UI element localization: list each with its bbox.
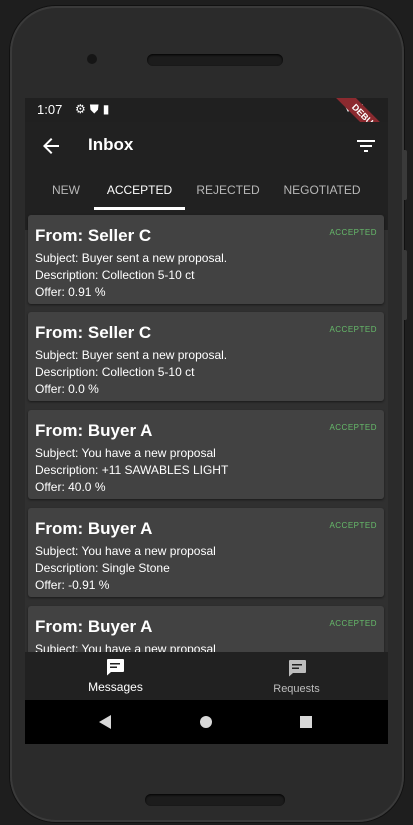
- message-card[interactable]: From: Buyer A ACCEPTED Subject: You have…: [28, 606, 384, 652]
- status-badge: ACCEPTED: [329, 325, 377, 334]
- settings-icon: ⚙: [75, 102, 90, 116]
- message-subject: Subject: You have a new proposal: [35, 544, 216, 558]
- arrow-back-icon[interactable]: [39, 134, 63, 158]
- home-circle-icon[interactable]: [200, 716, 212, 728]
- nav-requests-label: Requests: [273, 683, 320, 695]
- system-navigation-bar: [25, 700, 388, 744]
- status-badge: ACCEPTED: [329, 423, 377, 432]
- message-icon: [105, 658, 125, 676]
- message-card[interactable]: From: Seller C ACCEPTED Subject: Buyer s…: [28, 312, 384, 401]
- message-sender: From: Seller C: [35, 323, 152, 342]
- tab-negotiated[interactable]: NEGOTIATED: [271, 176, 373, 210]
- status-badge: ACCEPTED: [329, 619, 377, 628]
- message-list[interactable]: From: Seller C ACCEPTED Subject: Buyer s…: [25, 212, 388, 652]
- message-description: Description: Collection 5-10 ct: [35, 365, 195, 379]
- message-card[interactable]: From: Seller C ACCEPTED Subject: Buyer s…: [28, 215, 384, 304]
- message-sender: From: Buyer A: [35, 519, 153, 538]
- shield-icon: ⛊: [89, 102, 103, 116]
- tab-bar: NEW ACCEPTED REJECTED NEGOTIATED: [25, 176, 388, 210]
- message-offer: Offer: 0.91 %: [35, 285, 106, 299]
- power-button: [402, 250, 407, 320]
- message-offer: Offer: 40.0 %: [35, 480, 106, 494]
- status-time: 1:07: [37, 102, 63, 117]
- status-badge: ACCEPTED: [329, 228, 377, 237]
- message-description: Description: +11 SAWABLES LIGHT: [35, 463, 229, 477]
- sim-card-icon: ▮: [102, 102, 114, 116]
- message-offer: Offer: -0.91 %: [35, 578, 110, 592]
- bottom-navigation: Messages Requests: [25, 652, 388, 700]
- message-offer: Offer: 0.0 %: [35, 382, 99, 396]
- page-title: Inbox: [88, 135, 134, 154]
- status-icons: ⚙⛊▮: [75, 102, 113, 117]
- active-tab-indicator: [94, 207, 185, 210]
- filter-icon[interactable]: [354, 134, 378, 158]
- bottom-speaker: [145, 794, 285, 806]
- message-sender: From: Buyer A: [35, 617, 153, 636]
- nav-messages[interactable]: Messages: [25, 652, 206, 700]
- message-sender: From: Buyer A: [35, 421, 153, 440]
- top-speaker: [147, 54, 283, 66]
- nav-requests[interactable]: Requests: [206, 652, 387, 700]
- tab-rejected[interactable]: REJECTED: [185, 176, 271, 210]
- message-sender: From: Seller C: [35, 226, 152, 245]
- message-subject: Subject: Buyer sent a new proposal.: [35, 251, 228, 265]
- status-bar: 1:07 ⚙⛊▮ ▼ ▮ DEBUG: [25, 98, 388, 154]
- message-subject: Subject: You have a new proposal: [35, 446, 216, 460]
- app-screen: 1:07 ⚙⛊▮ ▼ ▮ DEBUG Inbox NEW ACCEPTED RE…: [25, 98, 388, 744]
- tab-new[interactable]: NEW: [41, 176, 91, 210]
- volume-button: [402, 150, 407, 200]
- message-subject: Subject: You have a new proposal: [35, 642, 216, 652]
- tab-accepted[interactable]: ACCEPTED: [94, 176, 185, 210]
- message-description: Description: Single Stone: [35, 561, 170, 575]
- recents-square-icon[interactable]: [300, 716, 312, 728]
- nav-messages-label: Messages: [88, 680, 143, 694]
- message-subject: Subject: Buyer sent a new proposal.: [35, 348, 228, 362]
- message-description: Description: Collection 5-10 ct: [35, 268, 195, 282]
- status-badge: ACCEPTED: [329, 521, 377, 530]
- back-triangle-icon[interactable]: [98, 714, 112, 735]
- message-card[interactable]: From: Buyer A ACCEPTED Subject: You have…: [28, 508, 384, 597]
- camera-lens: [87, 54, 97, 64]
- message-card[interactable]: From: Buyer A ACCEPTED Subject: You have…: [28, 410, 384, 499]
- message-icon: [287, 659, 307, 677]
